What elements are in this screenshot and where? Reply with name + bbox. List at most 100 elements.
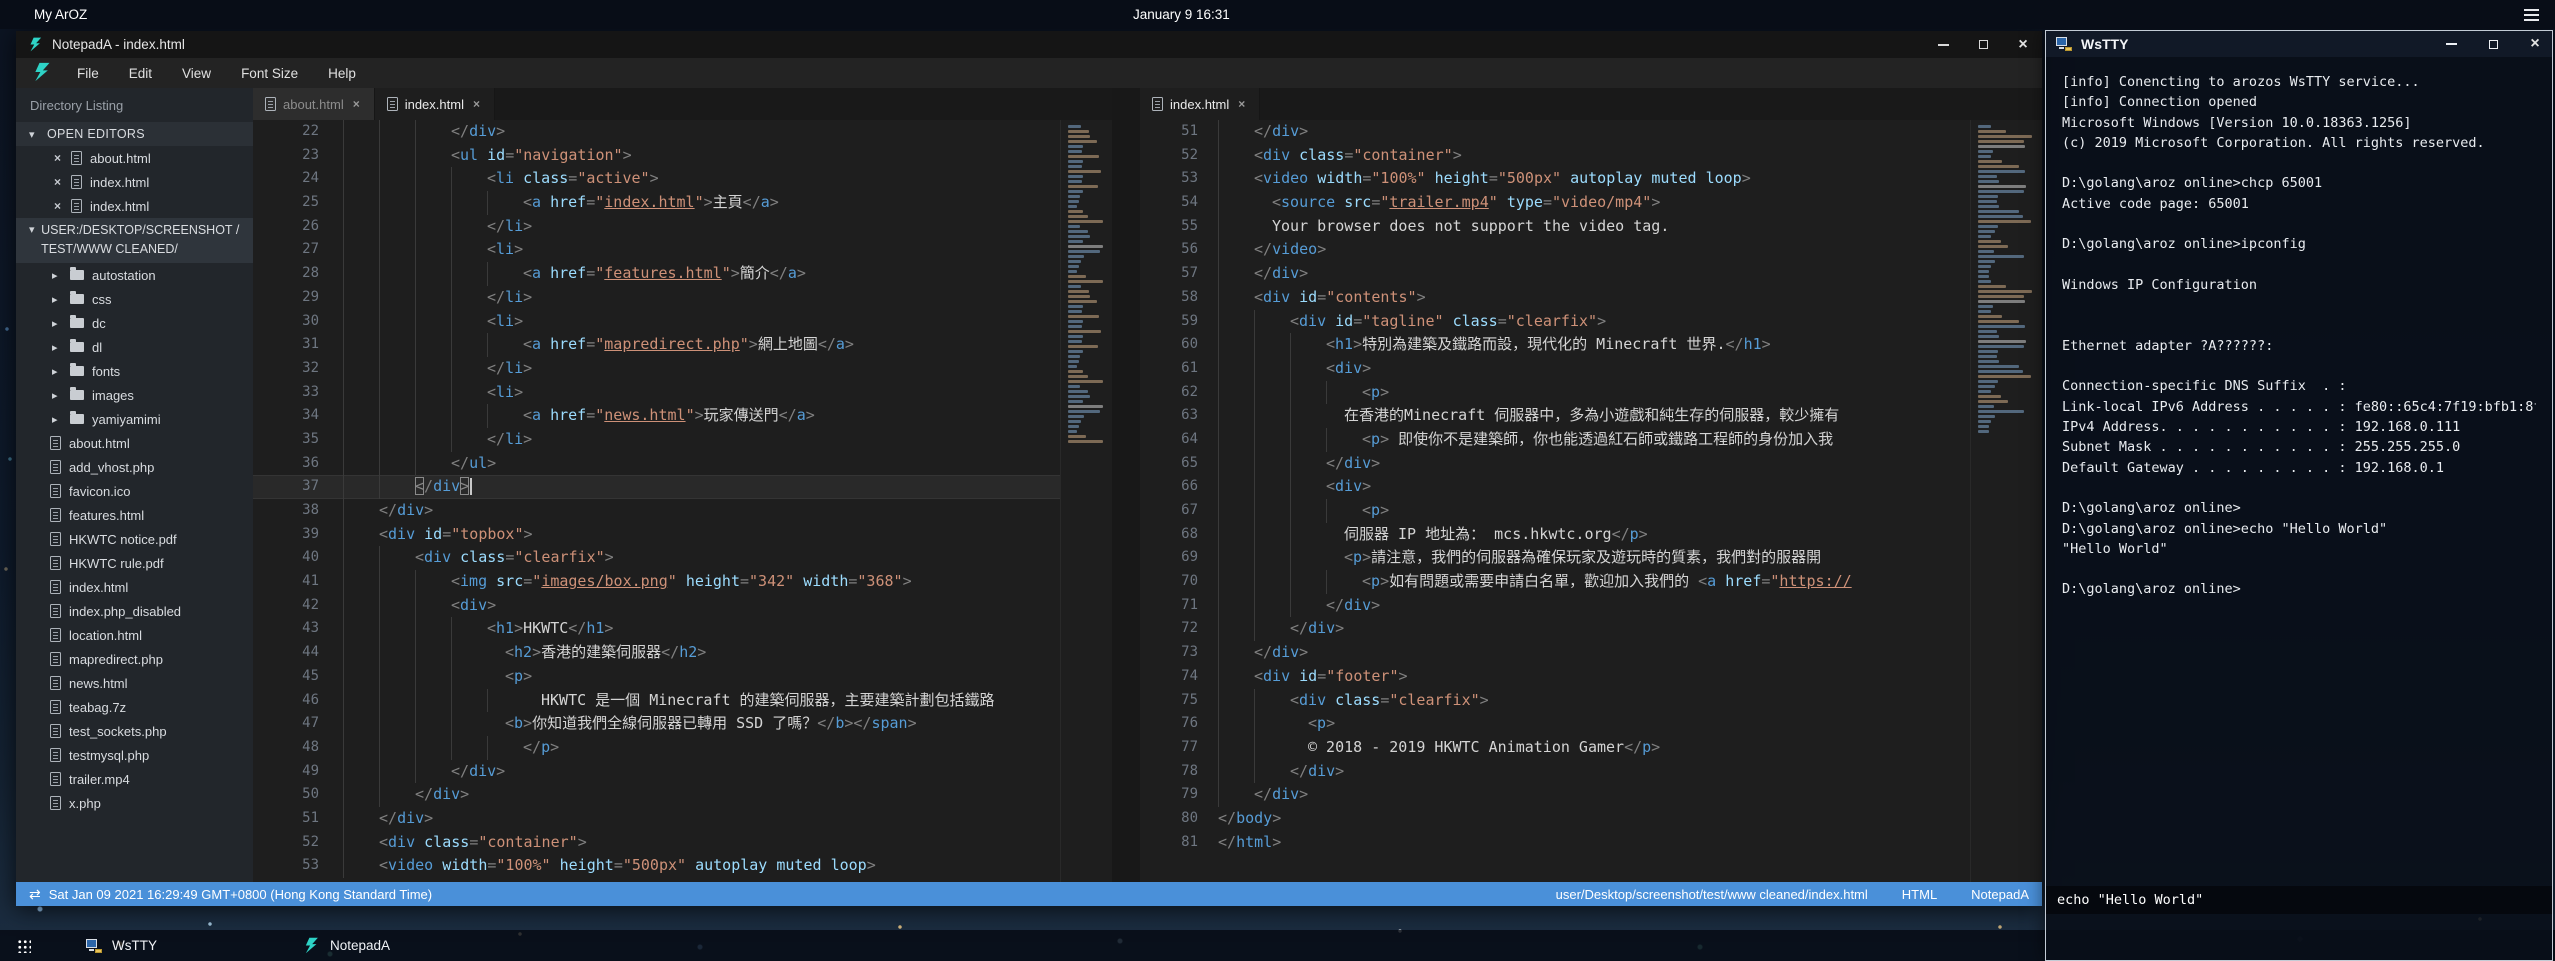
code-line[interactable]: 69 <p>請注意，我們的伺服器為確保玩家及遊玩時的質素，我們對的服器開 <box>1140 546 1970 570</box>
code-line[interactable]: 58 <div id="contents"> <box>1140 286 1970 310</box>
code-line[interactable]: 24 <li class="active"> <box>253 167 1060 191</box>
code-line[interactable]: 64 <p> 即使你不是建築師，你也能透過紅石師或鐵路工程師的身份加入我 <box>1140 428 1970 452</box>
file-item[interactable]: index.php_disabled <box>16 599 253 623</box>
code-line[interactable]: 29 </li> <box>253 286 1060 310</box>
maximize-button[interactable] <box>2486 37 2500 51</box>
pane-splitter[interactable] <box>1112 88 1140 882</box>
workspace-section[interactable]: ▾ USER:/DESKTOP/SCREENSHOT /TEST/WWW CLE… <box>16 218 253 263</box>
code-line[interactable]: 22 </div> <box>253 120 1060 144</box>
file-item[interactable]: testmysql.php <box>16 743 253 767</box>
editor-tab[interactable]: index.html × <box>375 88 495 120</box>
close-icon[interactable]: × <box>52 151 63 165</box>
code-line[interactable]: 52 <div class="container"> <box>253 831 1060 855</box>
file-item[interactable]: about.html <box>16 431 253 455</box>
code-line[interactable]: 30 <li> <box>253 310 1060 334</box>
menu-view[interactable]: View <box>167 58 226 88</box>
app-launcher-button[interactable] <box>0 930 48 961</box>
code-line[interactable]: 59 <div id="tagline" class="clearfix"> <box>1140 310 1970 334</box>
code-line[interactable]: 37 </div> <box>253 475 1060 499</box>
code-line[interactable]: 57 </div> <box>1140 262 1970 286</box>
code-line[interactable]: 47 <b>你知道我們全線伺服器已轉用 SSD 了嗎？</b></span> <box>253 712 1060 736</box>
code-line[interactable]: 56 </video> <box>1140 238 1970 262</box>
hamburger-menu-icon[interactable] <box>2524 9 2539 21</box>
code-line[interactable]: 49 </div> <box>253 760 1060 784</box>
code-line[interactable]: 55 Your browser does not support the vid… <box>1140 215 1970 239</box>
folder-item[interactable]: ▸ dc <box>16 311 253 335</box>
code-line[interactable]: 74 <div id="footer"> <box>1140 665 1970 689</box>
code-line[interactable]: 50 </div> <box>253 783 1060 807</box>
code-line[interactable]: 23 <ul id="navigation"> <box>253 144 1060 168</box>
code-line[interactable]: 34 <a href="news.html">玩家傳送門</a> <box>253 404 1060 428</box>
open-editor-item[interactable]: × about.html <box>16 146 253 170</box>
file-item[interactable]: add_vhost.php <box>16 455 253 479</box>
code-line[interactable]: 80 </body> <box>1140 807 1970 831</box>
code-line[interactable]: 46 HKWTC 是一個 Minecraft 的建築伺服器，主要建築計劃包括鐵路 <box>253 689 1060 713</box>
file-item[interactable]: location.html <box>16 623 253 647</box>
file-item[interactable]: mapredirect.php <box>16 647 253 671</box>
file-item[interactable]: features.html <box>16 503 253 527</box>
file-item[interactable]: teabag.7z <box>16 695 253 719</box>
wstty-titlebar[interactable]: WsTTY × <box>2046 31 2552 57</box>
open-editor-item[interactable]: × index.html <box>16 194 253 218</box>
code-editor-left[interactable]: 22 </div> 23 <ul id="navigation"> 24 <li… <box>253 120 1060 882</box>
code-line[interactable]: 76 <p> <box>1140 712 1970 736</box>
notepada-titlebar[interactable]: NotepadA - index.html × <box>16 31 2042 58</box>
code-line[interactable]: 51 </div> <box>253 807 1060 831</box>
code-line[interactable]: 33 <li> <box>253 381 1060 405</box>
folder-item[interactable]: ▸ images <box>16 383 253 407</box>
minimize-button[interactable] <box>1936 38 1950 52</box>
file-item[interactable]: favicon.ico <box>16 479 253 503</box>
code-line[interactable]: 43 <h1>HKWTC</h1> <box>253 617 1060 641</box>
code-line[interactable]: 25 <a href="index.html">主頁</a> <box>253 191 1060 215</box>
minimap-right[interactable] <box>1970 120 2042 882</box>
menu-font-size[interactable]: Font Size <box>226 58 313 88</box>
code-line[interactable]: 31 <a href="mapredirect.php">網上地圖</a> <box>253 333 1060 357</box>
file-item[interactable]: HKWTC notice.pdf <box>16 527 253 551</box>
code-line[interactable]: 26 </li> <box>253 215 1060 239</box>
statusbar-language-mode[interactable]: HTML <box>1902 887 1937 902</box>
code-line[interactable]: 78 </div> <box>1140 760 1970 784</box>
code-line[interactable]: 28 <a href="features.html">簡介</a> <box>253 262 1060 286</box>
tab-close-icon[interactable]: × <box>351 97 362 111</box>
code-line[interactable]: 73 </div> <box>1140 641 1970 665</box>
file-item[interactable]: test_sockets.php <box>16 719 253 743</box>
folder-item[interactable]: ▸ autostation <box>16 263 253 287</box>
code-line[interactable]: 61 <div> <box>1140 357 1970 381</box>
code-line[interactable]: 65 </div> <box>1140 452 1970 476</box>
code-line[interactable]: 66 <div> <box>1140 475 1970 499</box>
code-line[interactable]: 53 <video width="100%" height="500px" au… <box>253 854 1060 878</box>
code-line[interactable]: 63 在香港的Minecraft 伺服器中，多為小遊戲和純生存的伺服器，較少擁有 <box>1140 404 1970 428</box>
file-item[interactable]: trailer.mp4 <box>16 767 253 791</box>
code-line[interactable]: 44 <h2>香港的建築伺服器</h2> <box>253 641 1060 665</box>
open-editor-item[interactable]: × index.html <box>16 170 253 194</box>
minimap-left[interactable] <box>1060 120 1112 882</box>
code-line[interactable]: 79 </div> <box>1140 783 1970 807</box>
folder-item[interactable]: ▸ yamiyamimi <box>16 407 253 431</box>
code-line[interactable]: 52 <div class="container"> <box>1140 144 1970 168</box>
minimize-button[interactable] <box>2444 37 2458 51</box>
code-line[interactable]: 72 </div> <box>1140 617 1970 641</box>
tab-close-icon[interactable]: × <box>471 97 482 111</box>
code-line[interactable]: 70 <p>如有問題或需要申請白名單，歡迎加入我們的 <a href="http… <box>1140 570 1970 594</box>
code-line[interactable]: 35 </li> <box>253 428 1060 452</box>
code-line[interactable]: 45 <p> <box>253 665 1060 689</box>
clock[interactable]: January 9 16:31 <box>1133 0 1230 29</box>
code-line[interactable]: 62 <p> <box>1140 381 1970 405</box>
code-line[interactable]: 77 © 2018 - 2019 HKWTC Animation Gamer</… <box>1140 736 1970 760</box>
maximize-button[interactable] <box>1976 38 1990 52</box>
close-button[interactable]: × <box>2528 37 2542 51</box>
terminal-output[interactable]: [info] Conencting to arozos WsTTY servic… <box>2046 57 2552 960</box>
editor-tab[interactable]: index.html × <box>1140 88 1260 120</box>
close-icon[interactable]: × <box>52 175 63 189</box>
file-item[interactable]: HKWTC rule.pdf <box>16 551 253 575</box>
folder-item[interactable]: ▸ css <box>16 287 253 311</box>
code-line[interactable]: 71 </div> <box>1140 594 1970 618</box>
code-line[interactable]: 54 <source src="trailer.mp4" type="video… <box>1140 191 1970 215</box>
close-icon[interactable]: × <box>52 199 63 213</box>
code-line[interactable]: 27 <li> <box>253 238 1060 262</box>
code-line[interactable]: 48 </p> <box>253 736 1060 760</box>
menu-help[interactable]: Help <box>313 58 371 88</box>
taskbar-item-notepada[interactable]: NotepadA <box>289 930 404 961</box>
code-line[interactable]: 32 </li> <box>253 357 1060 381</box>
terminal-input[interactable]: echo "Hello World" <box>2046 886 2552 914</box>
